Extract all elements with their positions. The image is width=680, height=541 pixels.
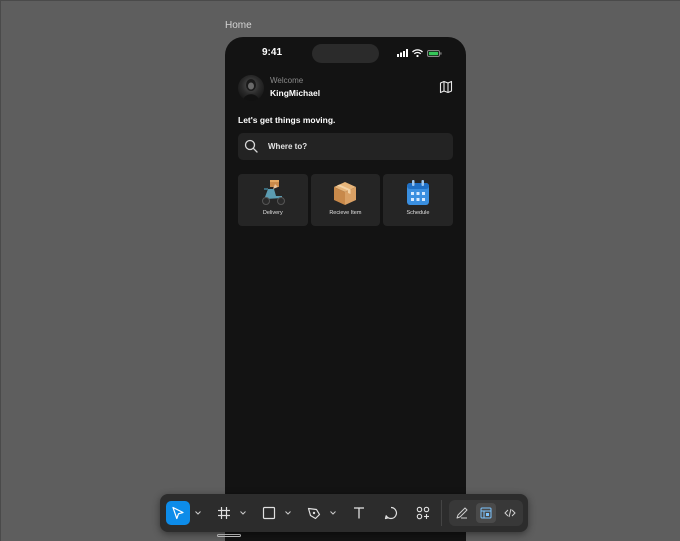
signal-icon	[397, 49, 408, 57]
status-icons	[397, 49, 442, 57]
wifi-icon	[412, 49, 423, 57]
components-icon	[416, 506, 430, 520]
pen-tool[interactable]	[302, 501, 326, 525]
comment-icon	[384, 506, 397, 520]
draw-mode[interactable]	[452, 503, 472, 523]
draw-icon	[456, 507, 468, 519]
shape-tool-dropdown[interactable]	[284, 509, 292, 517]
frame-icon	[218, 507, 230, 519]
services-row: Delivery Recieve Item Schedule	[238, 174, 453, 226]
status-bar: 9:41	[225, 37, 466, 71]
service-label: Schedule	[406, 210, 430, 216]
service-card-schedule[interactable]: Schedule	[383, 174, 453, 226]
rectangle-icon	[262, 506, 276, 520]
shape-tool[interactable]	[257, 501, 281, 525]
home-indicator	[217, 534, 241, 537]
scooter-icon	[261, 180, 285, 205]
move-tool-dropdown[interactable]	[194, 509, 202, 517]
components-tool[interactable]	[411, 501, 435, 525]
avatar[interactable]	[238, 75, 264, 101]
status-time: 9:41	[262, 47, 283, 58]
search-icon	[244, 139, 258, 153]
design-mode[interactable]	[476, 503, 496, 523]
search-input[interactable]	[268, 133, 448, 160]
chevron-down-icon	[285, 511, 291, 515]
design-icon	[480, 507, 492, 519]
calendar-icon	[406, 180, 429, 205]
cursor-icon	[172, 506, 184, 520]
frame-label[interactable]: Home	[225, 20, 252, 31]
service-card-receive-item[interactable]: Recieve Item	[310, 174, 381, 226]
username: KingMichael	[270, 88, 321, 98]
text-icon	[354, 507, 364, 519]
search-bar[interactable]	[238, 133, 453, 160]
chevron-down-icon	[195, 511, 201, 515]
text-tool[interactable]	[347, 501, 371, 525]
code-icon	[504, 508, 516, 518]
dev-mode[interactable]	[500, 503, 520, 523]
map-icon	[439, 80, 453, 94]
comment-tool[interactable]	[379, 501, 403, 525]
frame-tool-dropdown[interactable]	[239, 509, 247, 517]
toolbar-divider	[441, 500, 442, 526]
pen-icon	[307, 507, 321, 520]
mode-switcher	[449, 500, 523, 526]
avatar-figure	[243, 79, 259, 101]
pen-tool-dropdown[interactable]	[329, 509, 337, 517]
service-label: Delivery	[262, 210, 283, 216]
header: Welcome KingMichael	[238, 75, 453, 101]
dynamic-island	[312, 44, 379, 63]
map-button[interactable]	[439, 80, 453, 94]
welcome-text: Welcome	[270, 76, 304, 85]
tagline: Let's get things moving.	[238, 115, 336, 125]
phone-frame[interactable]: 9:41 Welcome KingMichael Let's get thing…	[225, 37, 466, 541]
chevron-down-icon	[240, 511, 246, 515]
frame-tool[interactable]	[212, 501, 236, 525]
package-icon	[334, 182, 357, 205]
battery-icon	[427, 49, 442, 57]
move-tool[interactable]	[166, 501, 190, 525]
chevron-down-icon	[330, 511, 336, 515]
service-card-delivery[interactable]: Delivery	[238, 174, 308, 226]
service-label: Recieve Item	[329, 210, 362, 216]
